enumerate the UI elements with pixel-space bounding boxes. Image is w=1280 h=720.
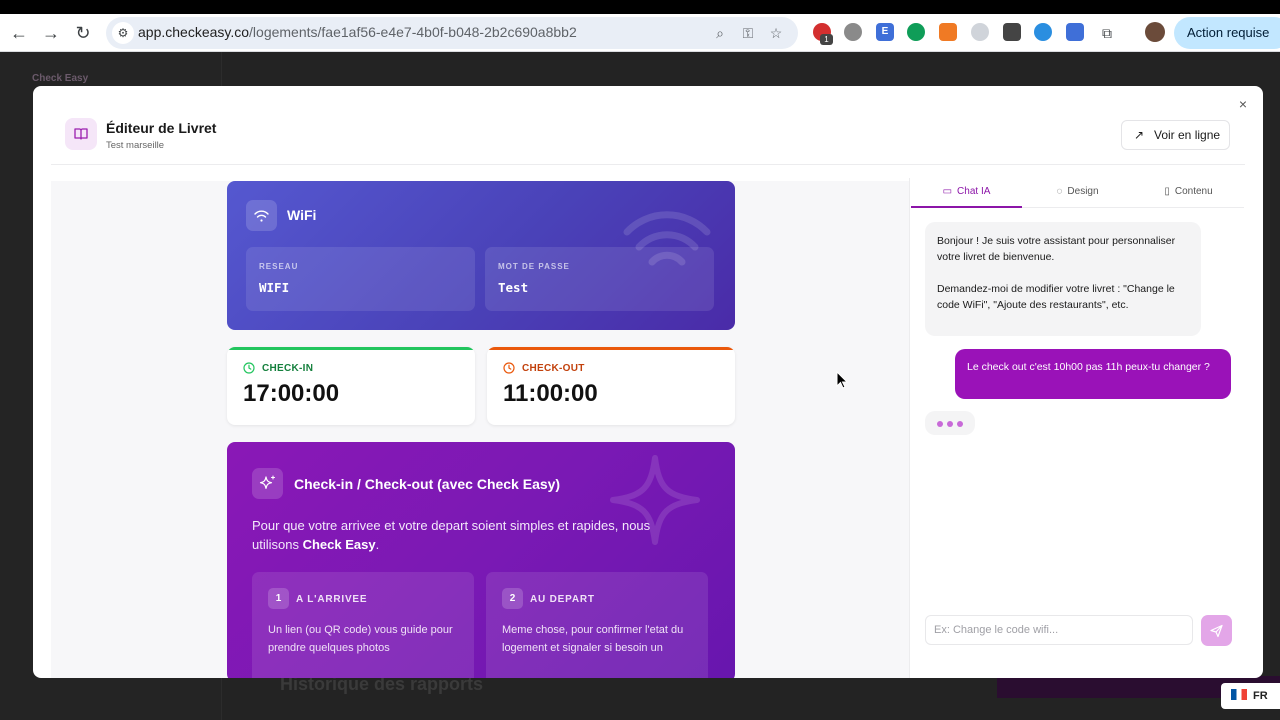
language-code: FR	[1253, 690, 1268, 702]
checkout-accent-bar	[487, 347, 735, 350]
wifi-password-box: MOT DE PASSE Test	[485, 247, 714, 311]
extensions-puzzle-icon[interactable]: ⧉	[1096, 22, 1118, 44]
checkin-label: CHECK-IN	[262, 363, 314, 374]
language-switcher[interactable]: FR	[1221, 683, 1280, 709]
tab-design[interactable]: ◌ Design	[1022, 178, 1133, 208]
reload-icon[interactable]: ↻	[71, 21, 95, 45]
extension-dark-icon[interactable]	[1003, 23, 1021, 41]
chat-input[interactable]	[926, 616, 1192, 644]
step-title: A L'ARRIVEE	[296, 594, 368, 605]
sparkles-icon	[252, 468, 283, 499]
app-logo-text: Check Easy	[32, 73, 89, 84]
send-icon	[1210, 624, 1223, 638]
wifi-network-value: WIFI	[259, 280, 290, 295]
checkout-label: CHECK-OUT	[522, 363, 585, 374]
step-number: 1	[268, 588, 289, 609]
wifi-title: WiFi	[287, 207, 317, 223]
book-icon	[65, 118, 97, 150]
step-text: Un lien (ou QR code) vous guide pour pre…	[268, 624, 453, 654]
password-key-icon[interactable]: ⚿	[737, 22, 759, 44]
checkout-time: 11:00:00	[503, 380, 598, 407]
back-icon[interactable]: ←	[7, 21, 31, 45]
site-settings-icon[interactable]: ⚙	[112, 22, 134, 44]
file-icon: ▯	[1164, 186, 1170, 197]
extension-e-icon[interactable]: E	[876, 23, 894, 41]
wifi-password-label: MOT DE PASSE	[498, 262, 570, 271]
mouse-cursor-icon	[836, 371, 848, 389]
checkin-time: 17:00:00	[243, 380, 340, 407]
url-text[interactable]: app.checkeasy.co/logements/fae1af56-e4e7…	[138, 24, 577, 40]
extension-green-icon[interactable]	[907, 23, 925, 41]
step-card: 1 A L'ARRIVEE Un lien (ou QR code) vous …	[252, 572, 474, 678]
wifi-network-box: RESEAU WIFI	[246, 247, 475, 311]
clock-icon	[503, 362, 515, 374]
checkout-card: CHECK-OUT 11:00:00	[487, 347, 735, 425]
tab-contenu[interactable]: ▯ Contenu	[1133, 178, 1244, 208]
user-message: Le check out c'est 10h00 pas 11h peux-tu…	[955, 349, 1231, 399]
typing-dot	[937, 421, 943, 427]
extension-light-icon[interactable]	[971, 23, 989, 41]
address-bar[interactable]: ⚙ app.checkeasy.co/logements/fae1af56-e4…	[106, 17, 798, 49]
assistant-message-line: Bonjour ! Je suis votre assistant pour p…	[937, 235, 1176, 263]
wifi-icon	[246, 200, 277, 231]
modal-title: Éditeur de Livret	[106, 120, 217, 136]
extension-gear-icon[interactable]	[1066, 23, 1084, 41]
extension-grey-icon[interactable]	[844, 23, 862, 41]
view-online-label: Voir en ligne	[1154, 128, 1221, 142]
screen: ← → ↻ ⚙ app.checkeasy.co/logements/fae1a…	[0, 0, 1280, 720]
modal-subtitle: Test marseille	[106, 140, 165, 151]
header-divider	[51, 164, 1245, 165]
forward-icon[interactable]: →	[39, 21, 63, 45]
typing-dot	[947, 421, 953, 427]
assistant-panel: ▭ Chat IA ◌ Design ▯ Contenu Bonjour ! Je s…	[909, 178, 1244, 678]
wifi-network-label: RESEAU	[259, 262, 299, 271]
close-icon[interactable]: ×	[1233, 94, 1253, 114]
chat-input-field[interactable]	[925, 615, 1193, 645]
typing-indicator	[925, 411, 975, 435]
checkeasy-title: Check-in / Check-out (avec Check Easy)	[294, 476, 561, 492]
panel-tabs: ▭ Chat IA ◌ Design ▯ Contenu	[911, 178, 1244, 208]
checkin-card: CHECK-IN 17:00:00	[227, 347, 475, 425]
extension-badge: 1	[820, 34, 833, 45]
clock-icon	[243, 362, 255, 374]
chat-icon: ▭	[942, 186, 953, 197]
extension-blue-icon[interactable]	[1034, 23, 1052, 41]
zoom-icon[interactable]: ⌕	[709, 22, 731, 44]
send-button[interactable]	[1201, 615, 1232, 646]
profile-avatar[interactable]	[1145, 22, 1165, 42]
os-top-bar	[0, 0, 1280, 14]
typing-dot	[957, 421, 963, 427]
wifi-card: WiFi RESEAU WIFI MOT DE PASSE Test	[227, 181, 735, 330]
view-online-button[interactable]: ↗ Voir en ligne	[1121, 120, 1230, 150]
external-link-icon: ↗	[1133, 128, 1145, 142]
step-text: Meme chose, pour confirmer l'etat du log…	[502, 624, 684, 654]
checkin-accent-bar	[227, 347, 475, 350]
checkeasy-description: Pour que votre arrivee et votre depart s…	[252, 518, 651, 552]
step-number: 2	[502, 588, 523, 609]
step-title: AU DEPART	[530, 594, 595, 605]
tab-chat-ia[interactable]: ▭ Chat IA	[911, 178, 1022, 208]
livret-editor-modal: × Éditeur de Livret Test marseille ↗ Voir…	[33, 86, 1263, 678]
action-required-button[interactable]: Action requise	[1174, 17, 1280, 49]
checkeasy-card: Check-in / Check-out (avec Check Easy) P…	[227, 442, 735, 678]
bookmark-star-icon[interactable]: ☆	[765, 22, 787, 44]
assistant-message: Bonjour ! Je suis votre assistant pour p…	[925, 222, 1201, 336]
france-flag-icon	[1231, 689, 1247, 700]
assistant-message-line: Demandez-moi de modifier votre livret : …	[937, 283, 1175, 311]
browser-toolbar: ← → ↻ ⚙ app.checkeasy.co/logements/fae1a…	[0, 14, 1280, 52]
step-card: 2 AU DEPART Meme chose, pour confirmer l…	[486, 572, 708, 678]
wifi-password-value: Test	[498, 280, 529, 295]
palette-icon: ◌	[1056, 186, 1063, 197]
extension-orange-icon[interactable]	[939, 23, 957, 41]
livret-preview: WiFi RESEAU WIFI MOT DE PASSE Test CHECK…	[51, 181, 909, 678]
